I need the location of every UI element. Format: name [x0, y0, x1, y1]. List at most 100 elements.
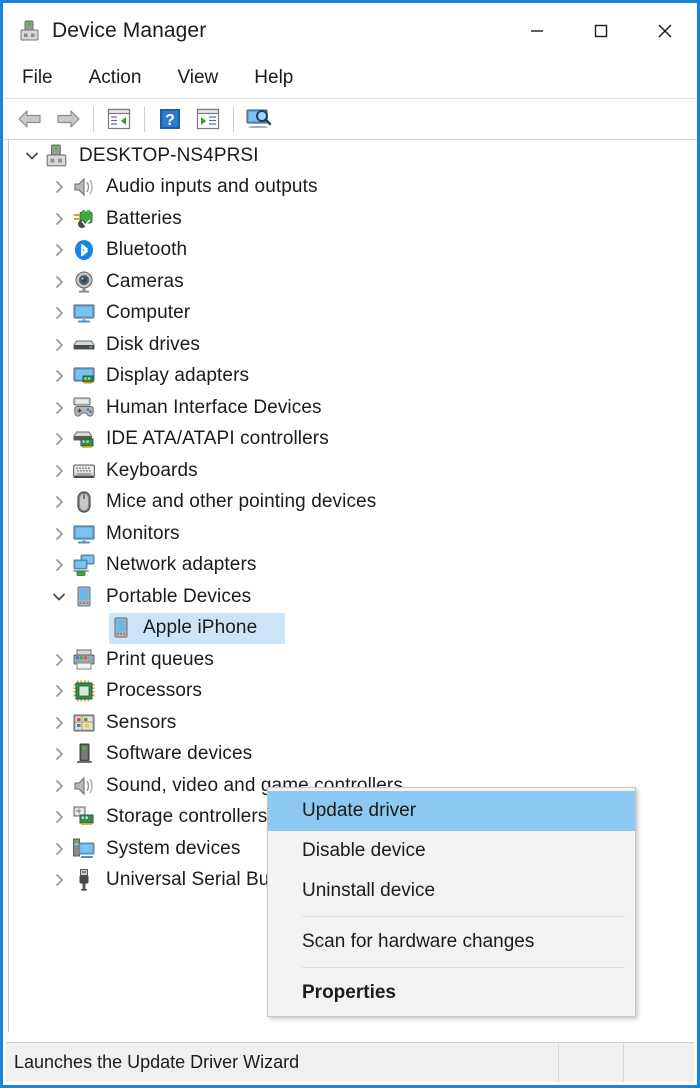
tree-label: System devices	[106, 838, 240, 860]
tree-label: Cameras	[106, 271, 184, 293]
context-menu-separator	[302, 967, 625, 968]
back-arrow-icon[interactable]	[11, 102, 49, 136]
context-menu-separator	[302, 916, 625, 917]
maximize-icon[interactable]	[569, 3, 633, 58]
tree-row-portable-devices[interactable]: Portable Devices	[9, 581, 697, 613]
display-adapter-icon	[72, 364, 98, 388]
portable-device-icon	[72, 585, 98, 609]
chevron-down-icon[interactable]	[46, 590, 72, 604]
tree-label: Audio inputs and outputs	[106, 176, 318, 198]
chevron-right-icon[interactable]	[46, 684, 72, 698]
tree-label: Bluetooth	[106, 239, 187, 261]
chevron-right-icon[interactable]	[46, 716, 72, 730]
chevron-right-icon[interactable]	[46, 464, 72, 478]
chevron-right-icon[interactable]	[46, 243, 72, 257]
window-controls	[505, 3, 697, 58]
title-bar: Device Manager	[3, 3, 697, 58]
usb-icon	[72, 868, 98, 892]
tree-label: Apple iPhone	[143, 617, 257, 639]
ide-controller-icon	[72, 427, 98, 451]
menu-action[interactable]: Action	[86, 65, 145, 91]
tree-label: Processors	[106, 680, 202, 702]
chevron-right-icon[interactable]	[46, 306, 72, 320]
mouse-icon	[72, 490, 98, 514]
chevron-right-icon[interactable]	[46, 842, 72, 856]
show-hide-console-tree-icon[interactable]	[100, 102, 138, 136]
storage-controller-icon	[72, 805, 98, 829]
chevron-down-icon[interactable]	[19, 149, 45, 163]
tree-row-monitors[interactable]: Monitors	[9, 518, 697, 550]
tree-label: Network adapters	[106, 554, 257, 576]
device-tree[interactable]: DESKTOP-NS4PRSI Audio inputs and outputs	[8, 140, 697, 1032]
tree-row-sensors[interactable]: Sensors	[9, 707, 697, 739]
tree-label: Portable Devices	[106, 586, 251, 608]
chevron-right-icon[interactable]	[46, 432, 72, 446]
tree-row-computer[interactable]: Computer	[9, 298, 697, 330]
tree-row-print-queues[interactable]: Print queues	[9, 644, 697, 676]
chevron-right-icon[interactable]	[46, 369, 72, 383]
forward-arrow-icon[interactable]	[49, 102, 87, 136]
chevron-right-icon[interactable]	[46, 338, 72, 352]
chevron-right-icon[interactable]	[46, 747, 72, 761]
tree-row-ide-ata-atapi-controllers[interactable]: IDE ATA/ATAPI controllers	[9, 424, 697, 456]
status-bar: Launches the Update Driver Wizard	[6, 1042, 694, 1082]
chevron-right-icon[interactable]	[46, 401, 72, 415]
tree-row-mice-and-other-pointing-devices[interactable]: Mice and other pointing devices	[9, 487, 697, 519]
tree-row-batteries[interactable]: Batteries	[9, 203, 697, 235]
chevron-right-icon[interactable]	[46, 810, 72, 824]
scan-hardware-changes-icon[interactable]	[240, 102, 278, 136]
context-menu-item-properties[interactable]: Properties	[268, 973, 635, 1013]
chevron-right-icon[interactable]	[46, 873, 72, 887]
context-menu-item-update-driver[interactable]: Update driver	[268, 791, 635, 831]
chevron-right-icon[interactable]	[46, 180, 72, 194]
tree-row-network-adapters[interactable]: Network adapters	[9, 550, 697, 582]
tree-row-disk-drives[interactable]: Disk drives	[9, 329, 697, 361]
help-icon[interactable]: ?	[151, 102, 189, 136]
tree-row-bluetooth[interactable]: Bluetooth	[9, 235, 697, 267]
tree-row-keyboards[interactable]: Keyboards	[9, 455, 697, 487]
tree-label: Sensors	[106, 712, 176, 734]
chevron-right-icon[interactable]	[46, 779, 72, 793]
tree-row-display-adapters[interactable]: Display adapters	[9, 361, 697, 393]
system-device-icon	[72, 837, 98, 861]
speaker-icon	[72, 774, 98, 798]
chevron-right-icon[interactable]	[46, 558, 72, 572]
tree-row-human-interface-devices[interactable]: Human Interface Devices	[9, 392, 697, 424]
menu-bar: File Action View Help	[3, 58, 697, 98]
sensor-icon	[72, 711, 98, 735]
tree-row-root[interactable]: DESKTOP-NS4PRSI	[9, 140, 697, 172]
tree-label: Computer	[106, 302, 190, 324]
chevron-right-icon[interactable]	[46, 495, 72, 509]
tree-row-processors[interactable]: Processors	[9, 676, 697, 708]
chevron-right-icon[interactable]	[46, 653, 72, 667]
monitor-icon	[72, 522, 98, 546]
tree-row-audio-inputs-and-outputs[interactable]: Audio inputs and outputs	[9, 172, 697, 204]
context-menu-item-scan-for-hardware-changes[interactable]: Scan for hardware changes	[268, 922, 635, 962]
toolbar-separator	[233, 106, 234, 132]
tree-row-software-devices[interactable]: Software devices	[9, 739, 697, 771]
computer-device-icon	[45, 144, 71, 168]
properties-icon[interactable]	[189, 102, 227, 136]
menu-help[interactable]: Help	[251, 65, 296, 91]
tree-label: Print queues	[106, 649, 214, 671]
close-icon[interactable]	[633, 3, 697, 58]
context-menu-label: Disable device	[302, 840, 426, 862]
chevron-right-icon[interactable]	[46, 212, 72, 226]
toolbar-separator	[93, 106, 94, 132]
chevron-right-icon[interactable]	[46, 275, 72, 289]
minimize-icon[interactable]	[505, 3, 569, 58]
software-device-icon	[72, 742, 98, 766]
menu-file[interactable]: File	[19, 65, 56, 91]
context-menu-label: Update driver	[302, 800, 416, 822]
tree-label: Storage controllers	[106, 806, 267, 828]
speaker-icon	[72, 175, 98, 199]
tree-label: Monitors	[106, 523, 180, 545]
chevron-right-icon[interactable]	[46, 527, 72, 541]
tree-row-cameras[interactable]: Cameras	[9, 266, 697, 298]
network-adapter-icon	[72, 553, 98, 577]
menu-view[interactable]: View	[174, 65, 221, 91]
context-menu-item-disable-device[interactable]: Disable device	[268, 831, 635, 871]
context-menu-item-uninstall-device[interactable]: Uninstall device	[268, 871, 635, 911]
tree-row-apple-iphone[interactable]: Apple iPhone	[9, 613, 697, 645]
processor-icon	[72, 679, 98, 703]
